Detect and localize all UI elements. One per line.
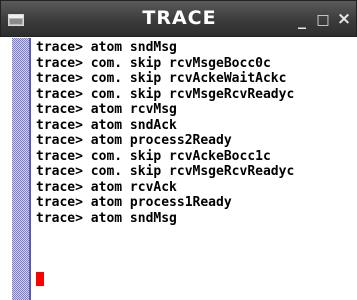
terminal-line: trace> com. skip rcvMsgeBocc0c [36, 55, 271, 71]
text-cursor [36, 272, 44, 286]
minimize-button[interactable]: _ [293, 10, 311, 29]
window-client-area: trace> atom sndMsg trace> com. skip rcvM… [12, 38, 357, 300]
terminal-line: trace> atom process1Ready [36, 195, 232, 210]
terminal-line: trace> com. skip rcvAckeBocc1c [36, 148, 271, 164]
scrollbar[interactable] [12, 38, 31, 300]
terminal-line: trace> com. skip rcvMsgeRcvReadyc [36, 86, 295, 102]
terminal-line: trace> com. skip rcvAckeWaitAckc [36, 71, 287, 86]
terminal-line: trace> atom sndAck [36, 117, 177, 133]
terminal-line: trace> atom sndMsg [36, 210, 177, 226]
maximize-button[interactable]: □ [314, 10, 332, 28]
terminal-line: trace> atom sndMsg [36, 40, 177, 55]
terminal-line: trace> atom rcvMsg [36, 102, 177, 117]
trace-window: TRACE _ □ × trace> atom sndMsg trace> co… [0, 0, 357, 300]
close-button[interactable]: × [335, 10, 353, 28]
terminal-line: trace> atom rcvAck [36, 179, 177, 195]
terminal-lines: trace> atom sndMsg trace> com. skip rcvM… [36, 40, 294, 226]
terminal-line: trace> com. skip rcvMsgeRcvReadyc [36, 164, 295, 179]
terminal-line: trace> atom process2Ready [36, 133, 232, 148]
terminal-output[interactable]: trace> atom sndMsg trace> com. skip rcvM… [34, 38, 357, 300]
title-bar[interactable]: TRACE _ □ × [0, 0, 357, 37]
